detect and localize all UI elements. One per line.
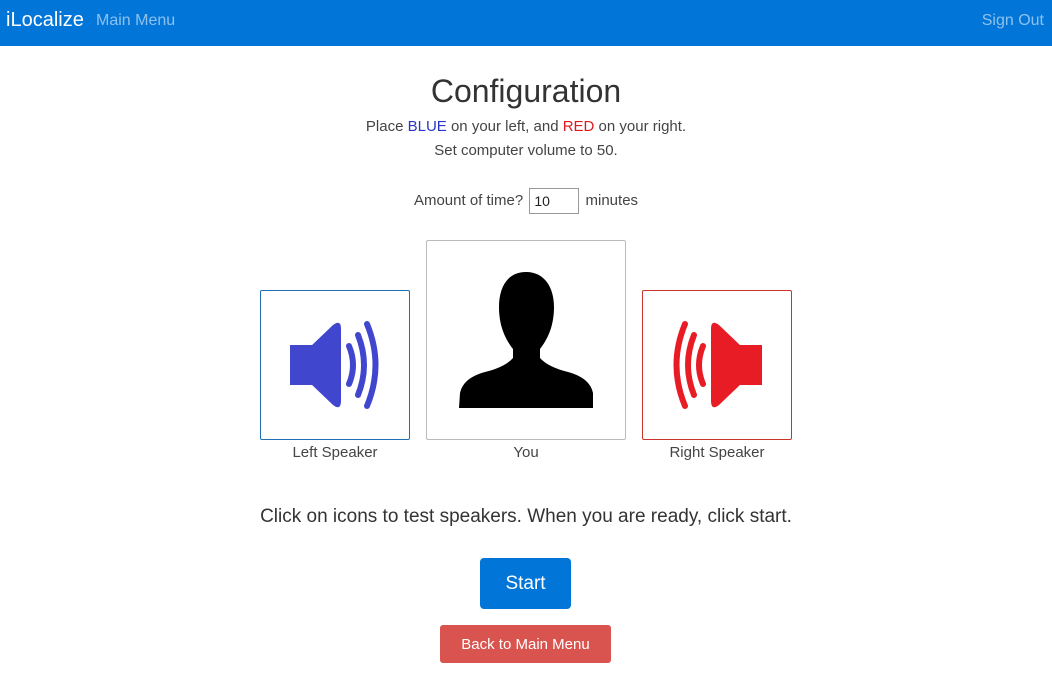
placement-middle: on your left, and (446, 118, 563, 135)
time-label: Amount of time? (413, 192, 524, 209)
right-speaker-label: Right Speaker (669, 444, 765, 461)
speaker-right-icon (673, 321, 762, 409)
speaker-left-icon (290, 321, 379, 409)
volume-instructions: Set computer volume to 50. (434, 142, 618, 159)
start-button[interactable]: Start (480, 558, 571, 609)
nav-main-menu[interactable]: Main Menu (96, 12, 175, 30)
test-instructions: Click on icons to test speakers. When yo… (260, 506, 792, 527)
navbar: iLocalize Main Menu Sign Out (0, 0, 1052, 46)
left-speaker-button[interactable] (260, 290, 410, 440)
time-input[interactable] (529, 188, 580, 215)
person-silhouette-icon (459, 272, 593, 408)
left-speaker-label: Left Speaker (292, 444, 378, 461)
you-label: You (513, 444, 539, 461)
nav-sign-out[interactable]: Sign Out (982, 12, 1044, 30)
placement-suffix: on your right. (594, 118, 687, 135)
time-row: Amount of time? minutes (0, 187, 1052, 215)
you-position (426, 240, 626, 440)
time-unit: minutes (585, 192, 639, 209)
page-title: Configuration (430, 73, 622, 109)
placement-prefix: Place (365, 118, 408, 135)
blue-word: BLUE (407, 118, 447, 135)
back-to-main-menu-button[interactable]: Back to Main Menu (440, 625, 611, 663)
brand-link[interactable]: iLocalize (6, 9, 84, 32)
red-word: RED (562, 118, 595, 135)
right-speaker-button[interactable] (642, 290, 792, 440)
placement-instructions: Place BLUE on your left, and RED on your… (0, 117, 1052, 137)
